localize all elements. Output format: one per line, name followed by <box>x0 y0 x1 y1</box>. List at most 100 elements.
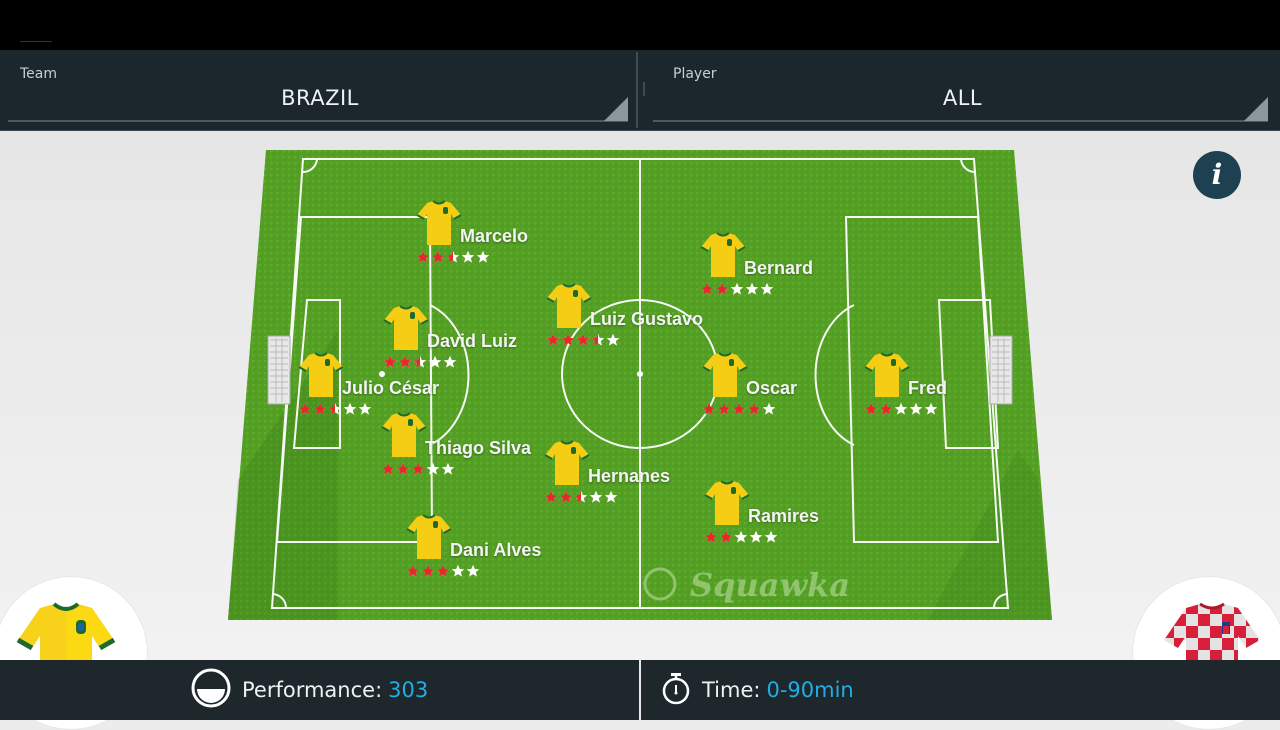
star-empty-icon <box>589 490 603 504</box>
player-shirt-icon <box>700 232 746 277</box>
time-metric[interactable]: Time: 0-90min <box>660 660 854 720</box>
star-half-icon <box>446 250 460 264</box>
star-empty-icon <box>909 402 923 416</box>
star-filled-icon <box>544 490 558 504</box>
player-rating <box>544 490 619 504</box>
star-filled-icon <box>702 402 716 416</box>
star-filled-icon <box>717 402 731 416</box>
star-filled-icon <box>704 530 718 544</box>
player-rating <box>416 250 491 264</box>
player-marker[interactable]: Luiz Gustavo <box>546 283 706 363</box>
player-marker[interactable]: Hernanes <box>544 440 704 520</box>
star-empty-icon <box>476 250 490 264</box>
star-empty-icon <box>606 333 620 347</box>
star-empty-icon <box>358 402 372 416</box>
player-marker[interactable]: Thiago Silva <box>381 412 541 492</box>
info-icon: i <box>1211 158 1223 191</box>
player-shirt-icon <box>416 200 462 245</box>
watermark-text: Squawka <box>690 566 850 604</box>
star-filled-icon <box>879 402 893 416</box>
player-marker[interactable]: Ramires <box>704 480 864 560</box>
player-rating <box>406 564 481 578</box>
star-filled-icon <box>396 462 410 476</box>
status-bar-indicator <box>20 41 52 42</box>
player-underline <box>653 120 1268 122</box>
goal-left <box>267 335 291 405</box>
player-rating <box>864 402 939 416</box>
star-empty-icon <box>426 462 440 476</box>
star-filled-icon <box>715 282 729 296</box>
player-shirt-icon <box>544 440 590 485</box>
star-empty-icon <box>762 402 776 416</box>
player-rating <box>381 462 456 476</box>
star-half-icon <box>328 402 342 416</box>
star-empty-icon <box>604 490 618 504</box>
player-label: Player <box>673 66 717 82</box>
team-dropdown[interactable]: Team BRAZIL <box>0 50 640 130</box>
player-name: Bernard <box>744 258 814 278</box>
star-filled-icon <box>421 564 435 578</box>
star-filled-icon <box>431 250 445 264</box>
filter-divider <box>636 52 638 128</box>
player-name: Julio César <box>342 378 440 398</box>
player-shirt-icon <box>298 352 344 397</box>
star-empty-icon <box>451 564 465 578</box>
player-rating <box>546 333 621 347</box>
stats-divider <box>639 660 641 720</box>
info-button[interactable]: i <box>1193 151 1241 199</box>
star-filled-icon <box>559 490 573 504</box>
team-value[interactable]: BRAZIL <box>0 86 640 110</box>
time-value: 0-90min <box>766 678 854 702</box>
performance-gauge-icon <box>190 667 232 714</box>
star-empty-icon <box>461 250 475 264</box>
star-filled-icon <box>406 564 420 578</box>
player-rating <box>704 530 779 544</box>
performance-metric[interactable]: Performance: 303 <box>190 660 428 720</box>
player-marker[interactable]: Fred <box>864 352 1024 432</box>
player-shirt-icon <box>702 352 748 397</box>
star-empty-icon <box>894 402 908 416</box>
player-name: Hernanes <box>588 466 671 486</box>
player-name: Luiz Gustavo <box>590 309 704 329</box>
star-filled-icon <box>416 250 430 264</box>
center-spot <box>637 371 643 377</box>
player-marker[interactable]: Bernard <box>700 232 860 312</box>
player-shirt-icon <box>546 283 592 328</box>
player-shirt-icon <box>381 412 427 457</box>
player-name: Oscar <box>746 378 798 398</box>
player-dropdown[interactable]: Player ALL <box>645 50 1280 130</box>
player-value[interactable]: ALL <box>645 86 1280 110</box>
star-empty-icon <box>764 530 778 544</box>
star-filled-icon <box>576 333 590 347</box>
performance-label: Performance: <box>242 678 383 702</box>
player-name: Ramires <box>748 506 820 526</box>
player-rating <box>702 402 777 416</box>
star-filled-icon <box>700 282 714 296</box>
dropdown-corner-icon[interactable] <box>604 97 628 121</box>
player-rating <box>700 282 775 296</box>
player-shirt-icon <box>383 305 429 350</box>
star-empty-icon <box>760 282 774 296</box>
player-name: Marcelo <box>460 226 529 246</box>
pitch: Squawka Marcelo David Luiz Julio César Thia… <box>228 150 1052 620</box>
star-filled-icon <box>436 564 450 578</box>
player-shirt-icon <box>864 352 910 397</box>
star-empty-icon <box>343 402 357 416</box>
player-rating <box>298 402 373 416</box>
player-name: David Luiz <box>427 331 518 351</box>
player-marker[interactable]: Oscar <box>702 352 862 432</box>
player-marker[interactable]: Marcelo <box>416 200 576 280</box>
star-filled-icon <box>381 462 395 476</box>
player-name: Fred <box>908 378 948 398</box>
star-filled-icon <box>864 402 878 416</box>
stats-bar: Performance: 303 Time: 0-90min <box>0 660 1280 720</box>
status-bar <box>0 0 1280 50</box>
dropdown-corner-icon[interactable] <box>1244 97 1268 121</box>
star-half-icon <box>574 490 588 504</box>
star-filled-icon <box>411 462 425 476</box>
player-marker[interactable]: Dani Alves <box>406 514 566 594</box>
star-filled-icon <box>546 333 560 347</box>
star-empty-icon <box>924 402 938 416</box>
star-filled-icon <box>719 530 733 544</box>
star-empty-icon <box>730 282 744 296</box>
